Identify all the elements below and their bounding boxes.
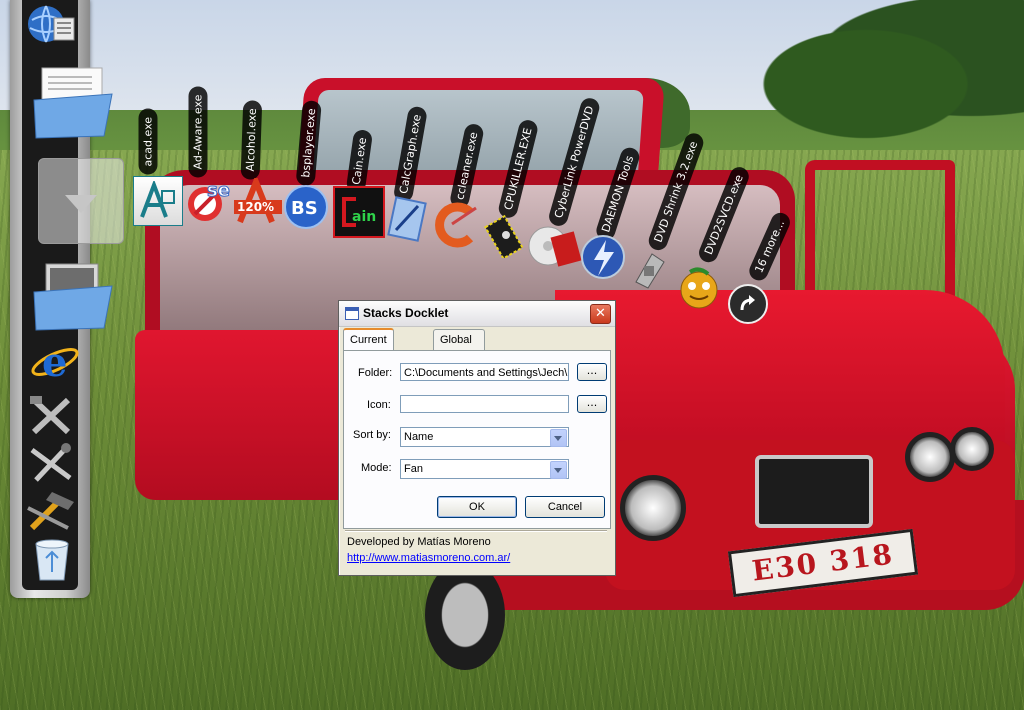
dialog-title: Stacks Docklet [363,306,449,320]
chevron-down-icon[interactable] [550,429,567,447]
system-tools-icon[interactable] [24,488,78,534]
icon-label: Icon: [367,399,391,411]
recycle-bin-icon[interactable] [30,534,74,584]
powerdvd-icon[interactable] [528,220,582,270]
alcohol-glyph-icon: 120% [234,178,282,224]
calcgraph-glyph-icon [387,196,427,242]
globe-icon [28,5,75,43]
chevron-down-icon [65,195,97,213]
website-link[interactable]: http://www.matiasmoreno.com.ar/ [347,552,510,564]
sort-by-label: Sort by: [353,429,391,441]
stack-expand-button[interactable] [38,158,124,244]
trash-icon [35,539,69,581]
ok-button[interactable]: OK [437,496,517,518]
tab-global-settings[interactable]: Global settings [433,329,485,366]
car-wheel [425,560,505,670]
car-grille [755,455,873,528]
sort-by-value: Name [404,431,434,443]
svg-text:ain: ain [352,209,376,225]
screwdriver-icon [30,443,72,482]
calcgraph-icon[interactable] [384,196,430,242]
close-button[interactable]: ✕ [590,304,611,324]
ccleaner-glyph-icon [435,202,477,248]
cain-icon[interactable]: ain [333,186,385,238]
powerdvd-glyph-icon [528,226,582,267]
dvd-shrink-glyph-icon [635,253,665,289]
dialog-titlebar[interactable]: Stacks Docklet ✕ [339,301,615,327]
folder-icon [33,263,113,331]
svg-text:se: se [207,180,230,201]
mode-value: Fan [404,463,423,475]
fan-label-alcohol[interactable]: Alcohol.exe [240,100,263,180]
sort-by-select[interactable]: Name [400,427,569,447]
cancel-button[interactable]: Cancel [525,496,605,518]
headlight [620,475,686,541]
more-arrow-icon[interactable] [728,284,768,324]
hammer-icon [27,492,74,531]
tools-icon[interactable] [26,392,76,438]
cain-glyph-icon: ain [342,197,376,227]
mode-label: Mode: [361,462,392,474]
window-icon [345,307,359,320]
autocad-glyph-icon [140,181,175,218]
dvd2svcd-glyph-icon [680,267,718,309]
wrench-icon [30,396,71,435]
folder-field[interactable]: C:\Documents and Settings\Jech\R [400,363,569,381]
utilities-icon[interactable] [26,440,76,486]
car-hood [555,290,1005,450]
headlight [905,432,955,482]
svg-text:e: e [42,339,67,386]
folder-browse-button[interactable]: ... [577,363,607,381]
ad-aware-glyph-icon: se [188,180,230,221]
pictures-folder-icon[interactable] [28,256,118,334]
cpukiller-glyph-icon [484,214,524,258]
fan-label-acad[interactable]: acad.exe [138,108,158,175]
mode-select[interactable]: Fan [400,459,569,479]
svg-text:120%: 120% [237,200,274,214]
dvd-shrink-icon[interactable] [630,248,670,290]
autocad-icon[interactable] [133,176,183,226]
cpukiller-icon[interactable] [482,212,530,258]
ie-icon: e [31,339,79,386]
bsplayer-glyph-icon: BS [284,185,328,229]
internet-explorer-icon[interactable]: e [30,338,80,386]
alcohol-icon[interactable]: 120% [232,178,284,226]
daemon-glyph-icon [581,235,625,279]
bsplayer-icon[interactable]: BS [283,184,329,230]
folder-label: Folder: [358,367,393,379]
svg-text:BS: BS [291,198,318,219]
network-globe-icon[interactable] [24,2,76,50]
credit-text: Developed by Matías Moreno [347,536,491,548]
headlight [950,427,994,471]
dvd2svcd-icon[interactable] [676,264,722,310]
documents-folder-icon[interactable] [28,64,118,142]
daemon-tools-icon[interactable] [580,234,626,280]
ccleaner-icon[interactable] [432,202,480,248]
curved-arrow-icon [740,295,755,311]
folder-icon [33,67,113,139]
ad-aware-icon[interactable]: se [183,176,233,224]
chevron-down-icon[interactable] [550,461,567,479]
icon-field[interactable] [400,395,569,413]
trees [760,0,1024,140]
tab-current-docklet[interactable]: Current docklet [343,328,394,366]
fan-label-ad-aware[interactable]: Ad-Aware.exe [188,86,208,178]
icon-browse-button[interactable]: ... [577,395,607,413]
divider [345,530,607,532]
stacks-docklet-dialog: Stacks Docklet ✕ Current docklet Global … [338,300,616,576]
